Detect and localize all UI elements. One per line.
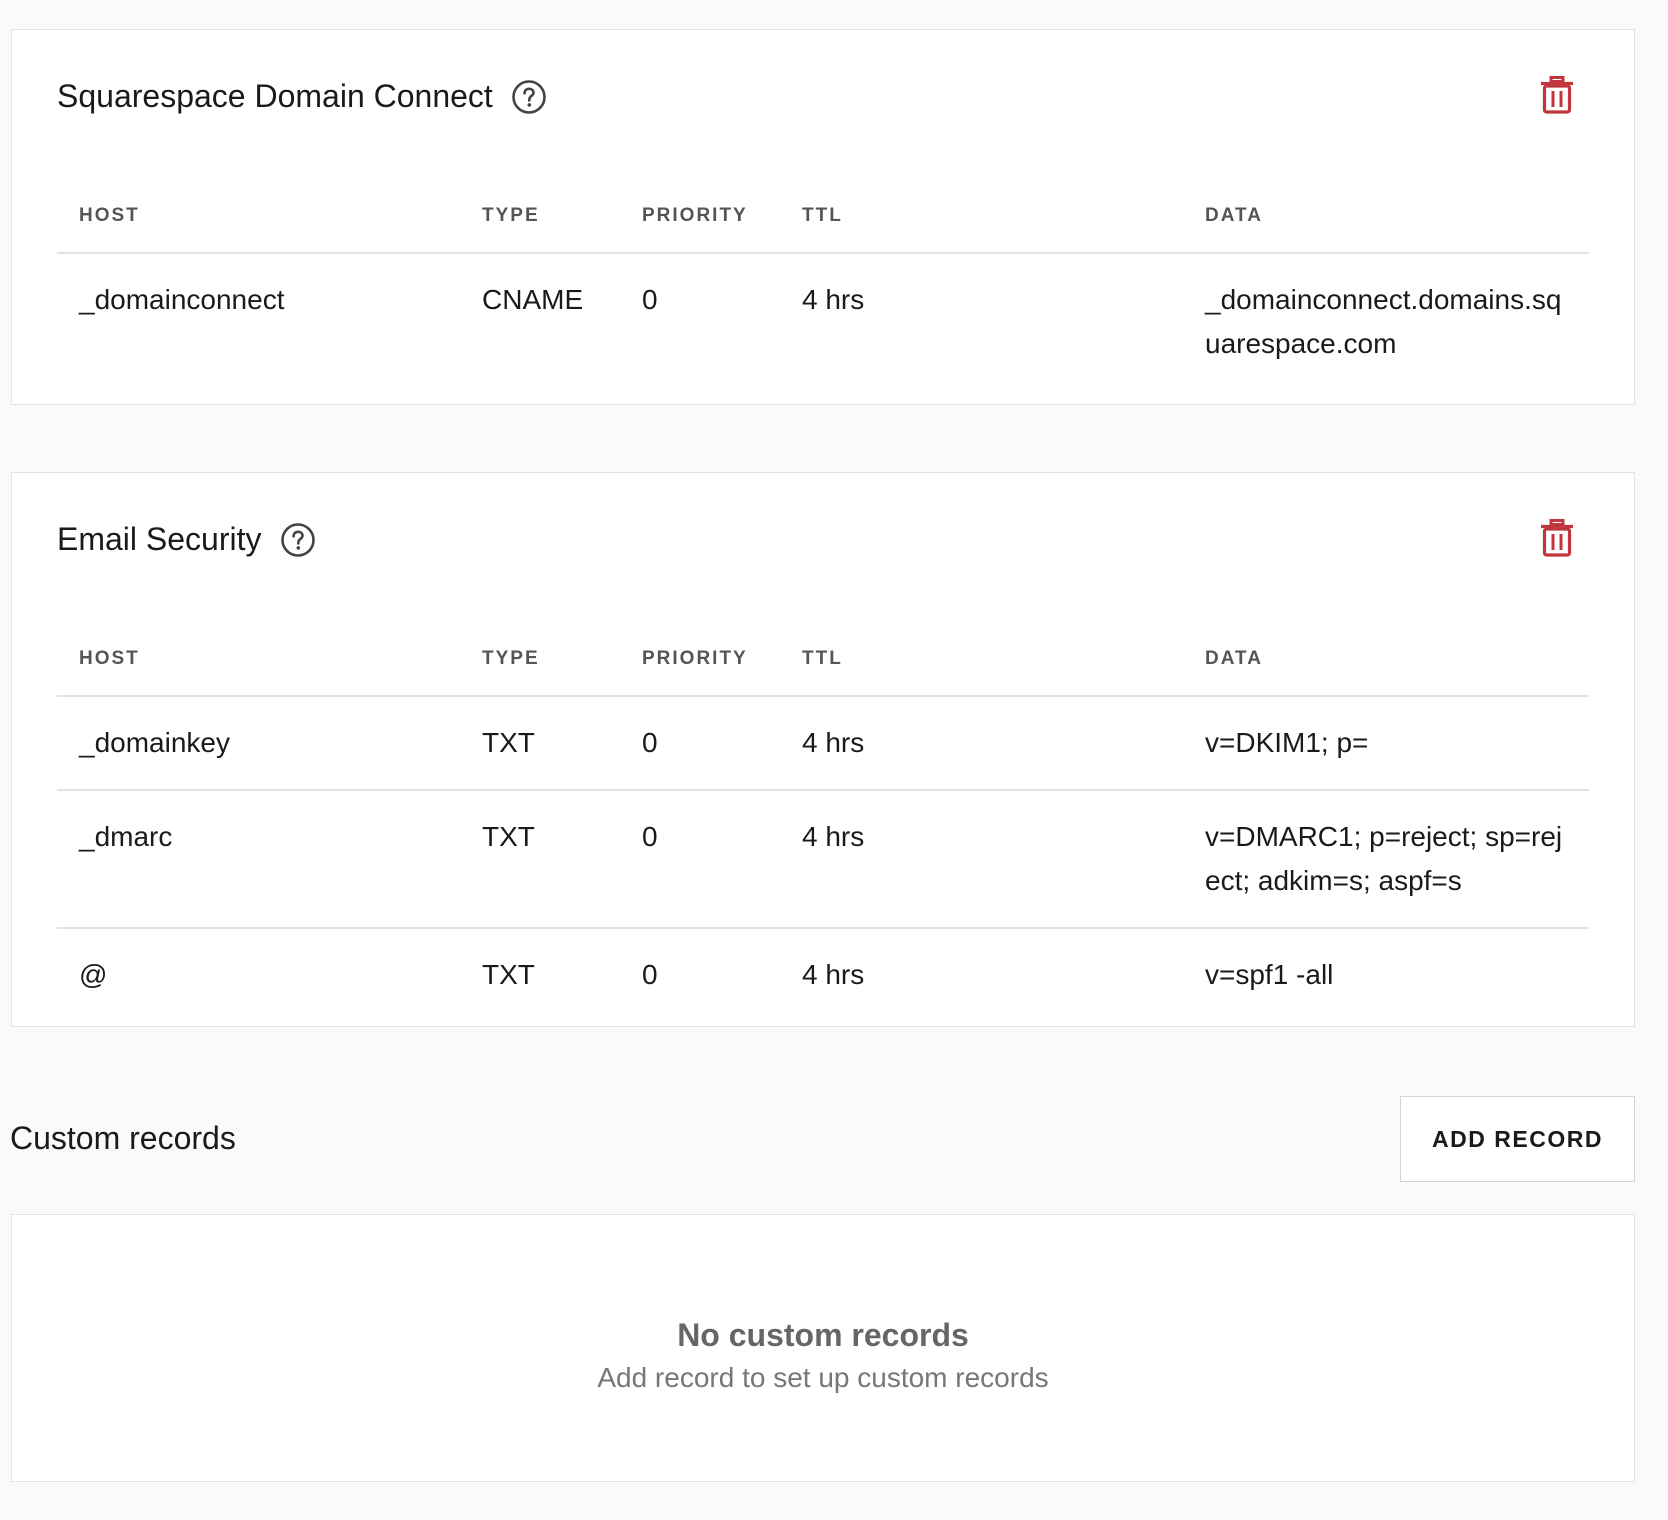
priority-cell: 0 (642, 284, 658, 315)
column-header-type: TYPE (460, 180, 620, 254)
data-cell: _domainconnect.domains.squarespace.com (1205, 284, 1562, 359)
table-header-row: HOST TYPE PRIORITY TTL DATA (57, 180, 1589, 254)
custom-records-panel: No custom records Add record to set up c… (11, 1214, 1635, 1482)
column-header-host: HOST (57, 180, 460, 254)
column-header-type: TYPE (460, 623, 620, 697)
trash-icon[interactable] (1540, 519, 1574, 557)
domain-connect-panel: Squarespace Domain Connect HOST TYPE PRI… (11, 29, 1635, 405)
ttl-cell: 4 hrs (780, 790, 1183, 929)
email-security-panel: Email Security HOST TYPE PRIORITY TTL DA… (11, 472, 1635, 1027)
empty-state-title: No custom records (677, 1317, 969, 1353)
column-header-priority: PRIORITY (620, 180, 780, 254)
host-cell: _domainconnect (79, 284, 285, 315)
table-row: _domainconnect CNAME 0 4 hrs _domainconn… (57, 253, 1589, 390)
section-title: Email Security (57, 521, 262, 557)
host-cell: @ (79, 959, 108, 990)
type-cell: TXT (482, 959, 535, 990)
type-cell: TXT (460, 696, 620, 791)
panel-header: Squarespace Domain Connect (57, 30, 1589, 150)
type-cell: CNAME (482, 284, 584, 315)
priority-cell: 0 (620, 696, 780, 791)
records-table: HOST TYPE PRIORITY TTL DATA _domainconne… (57, 180, 1589, 390)
table-header-row: HOST TYPE PRIORITY TTL DATA (57, 623, 1589, 697)
column-header-priority: PRIORITY (620, 623, 780, 697)
panel-title: Squarespace Domain Connect (57, 78, 547, 115)
host-cell: _dmarc (57, 790, 460, 929)
column-header-data: DATA (1183, 623, 1589, 697)
add-record-button[interactable]: ADD RECORD (1400, 1096, 1635, 1182)
column-header-ttl: TTL (780, 180, 1183, 254)
table-row: _dmarc TXT 0 4 hrs v=DMARC1; p=reject; s… (57, 790, 1589, 929)
custom-records-title: Custom records (10, 1120, 236, 1156)
data-cell: v=DMARC1; p=reject; sp=reject; adkim=s; … (1183, 790, 1589, 929)
data-cell: v=spf1 -all (1205, 959, 1334, 990)
panel-header: Email Security (57, 473, 1589, 593)
table-row: @ TXT 0 4 hrs v=spf1 -all (57, 928, 1589, 1021)
host-cell: _domainkey (57, 696, 460, 791)
records-table: HOST TYPE PRIORITY TTL DATA _domainkey T… (57, 623, 1589, 1021)
trash-icon[interactable] (1540, 76, 1574, 114)
help-circle-icon[interactable] (280, 522, 316, 558)
empty-state: No custom records Add record to set up c… (12, 1315, 1634, 1397)
data-cell: v=DKIM1; p= (1183, 696, 1589, 791)
empty-state-subtitle: Add record to set up custom records (597, 1362, 1049, 1393)
column-header-data: DATA (1183, 180, 1589, 254)
ttl-cell: 4 hrs (802, 284, 865, 315)
type-cell: TXT (460, 790, 620, 929)
priority-cell: 0 (642, 959, 658, 990)
priority-cell: 0 (620, 790, 780, 929)
panel-title: Email Security (57, 521, 316, 558)
table-row: _domainkey TXT 0 4 hrs v=DKIM1; p= (57, 696, 1589, 791)
ttl-cell: 4 hrs (802, 959, 865, 990)
help-circle-icon[interactable] (511, 79, 547, 115)
ttl-cell: 4 hrs (780, 696, 1183, 791)
column-header-host: HOST (57, 623, 460, 697)
section-title: Squarespace Domain Connect (57, 78, 493, 114)
column-header-ttl: TTL (780, 623, 1183, 697)
